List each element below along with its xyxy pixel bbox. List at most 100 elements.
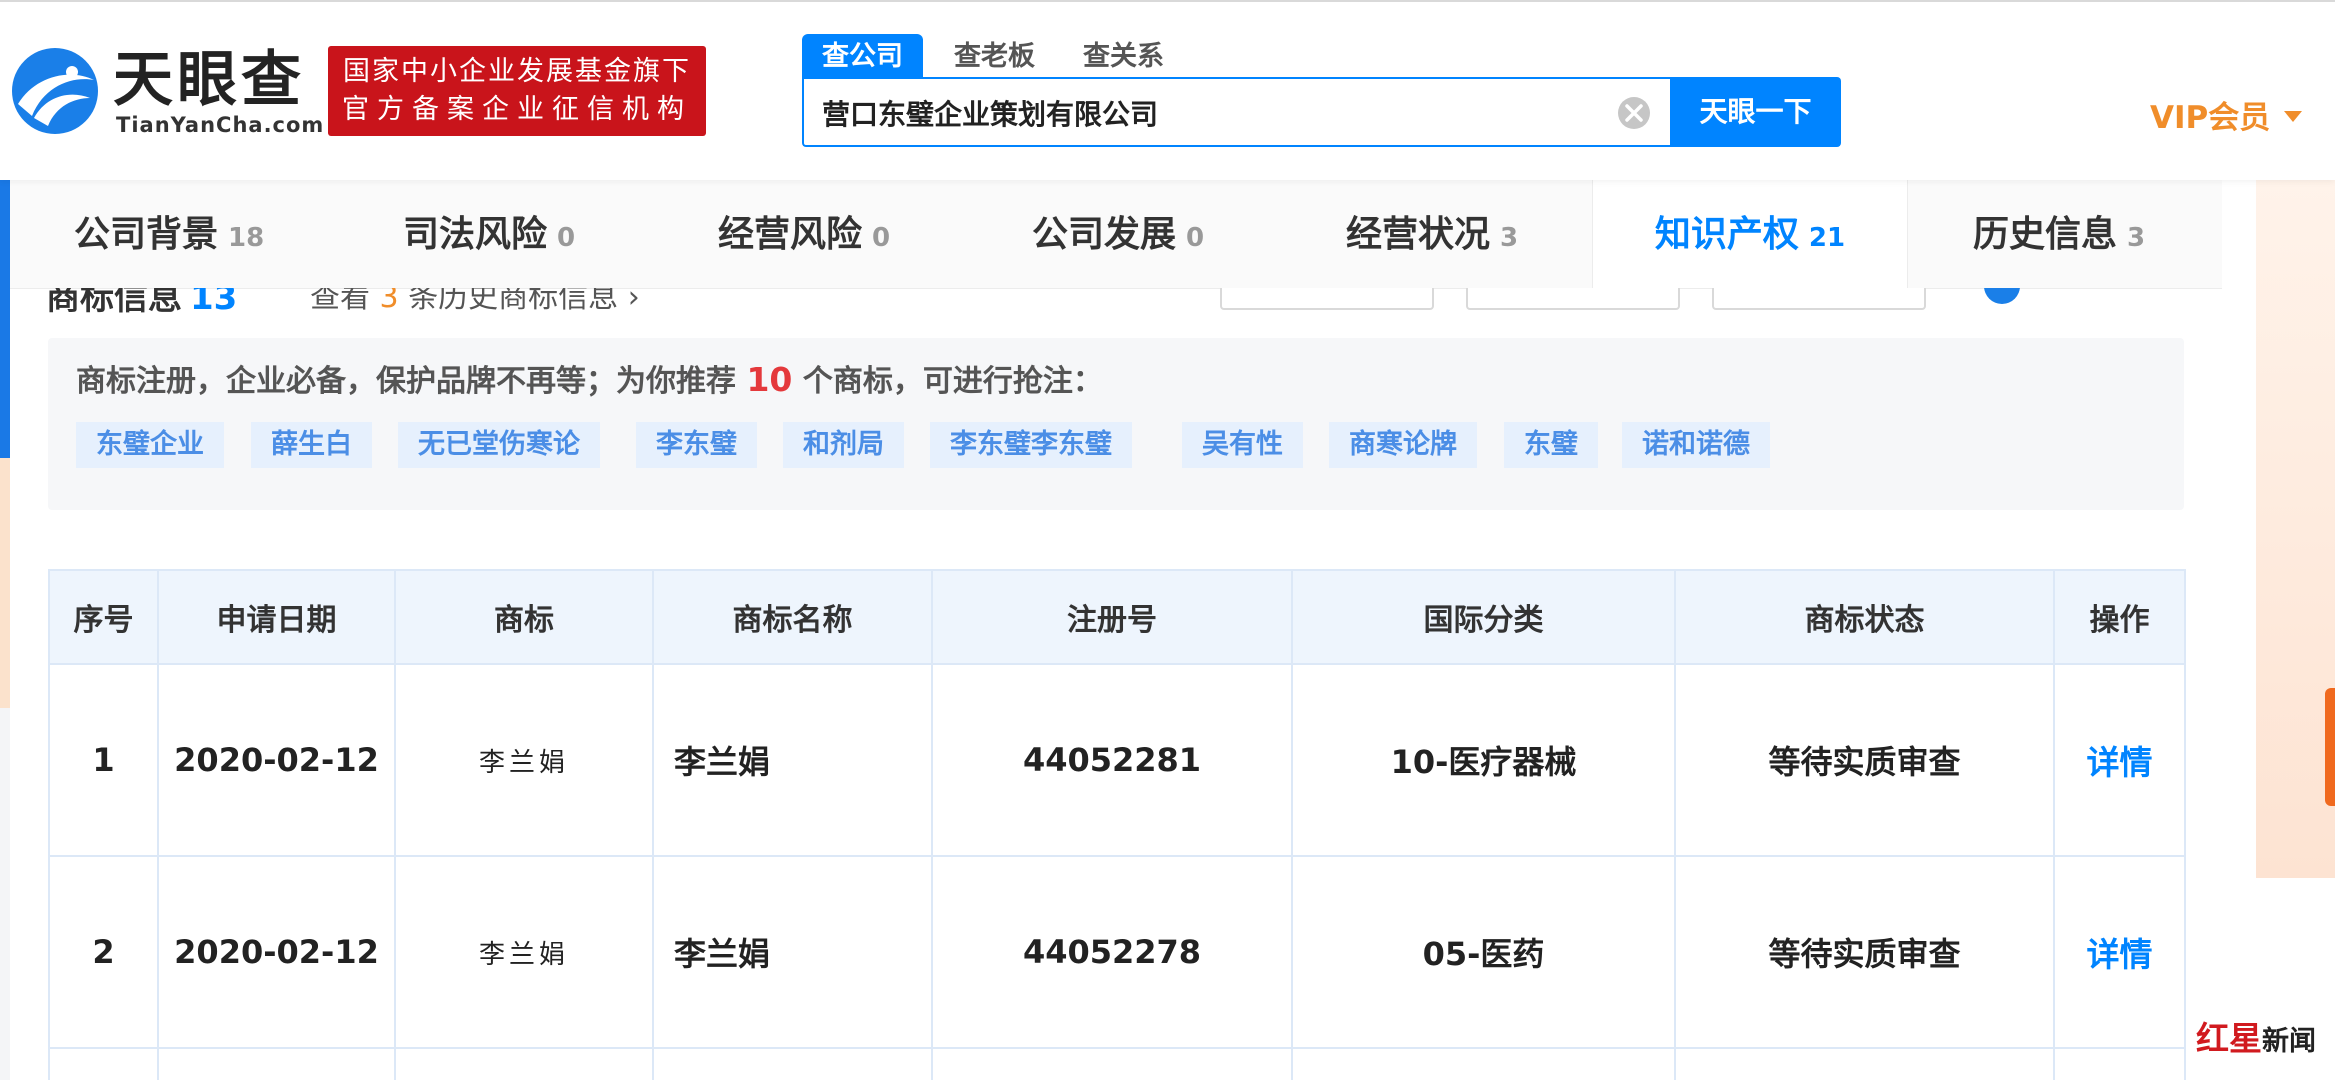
top-header: 天眼查 TianYanCha.com 国家中小企业发展基金旗下 官方备案企业征信…	[0, 0, 2335, 180]
nav-history-info[interactable]: 历史信息 3	[1973, 178, 2145, 288]
nav-label: 公司发展	[1032, 214, 1177, 255]
tab-search-company[interactable]: 查公司	[802, 34, 923, 78]
history-link-count: 3	[379, 288, 399, 315]
recommend-count: 10	[746, 360, 793, 399]
watermark-red: 红星	[2196, 1019, 2262, 1058]
history-link-prefix: 查看	[310, 288, 370, 315]
nav-operation-status[interactable]: 经营状况 3	[1346, 178, 1518, 288]
filter-dropdown[interactable]	[1712, 288, 1926, 310]
detail-link[interactable]: 详情	[2053, 855, 2186, 1049]
recommend-tag[interactable]: 商寒论牌	[1329, 422, 1477, 468]
recommend-tag[interactable]: 李东璧李东璧	[930, 422, 1132, 468]
cell-name: 李兰娟	[652, 855, 933, 1049]
company-detail-card: 公司背景 18 司法风险 0 经营风险 0 公司发展 0 经营状况 3 知识产权 21 历史…	[10, 178, 2222, 1080]
cell-empty	[1291, 1047, 1676, 1080]
filter-dropdown[interactable]	[1220, 288, 1434, 310]
cell-empty	[394, 1047, 654, 1080]
chevron-down-icon	[2284, 111, 2303, 122]
table-row-partial	[48, 1047, 2186, 1080]
col-header-logo: 商标	[394, 569, 654, 665]
recommend-tag[interactable]: 吴有性	[1182, 422, 1303, 468]
trademark-image[interactable]: 李兰娟	[394, 855, 654, 1049]
recommend-tag[interactable]: 东璧企业	[76, 422, 224, 468]
cell-empty	[157, 1047, 396, 1080]
cell-status: 等待实质审查	[1674, 663, 2055, 857]
recommend-tag[interactable]: 和剂局	[783, 422, 904, 468]
right-float-handle[interactable]	[2325, 688, 2335, 806]
clear-icon[interactable]	[1616, 95, 1652, 131]
nav-label: 经营风险	[718, 214, 863, 255]
nav-label: 经营状况	[1346, 214, 1491, 255]
col-header-class: 国际分类	[1291, 569, 1676, 665]
official-badge: 国家中小企业发展基金旗下 官方备案企业征信机构	[328, 46, 706, 136]
cell-status: 等待实质审查	[1674, 855, 2055, 1049]
tab-search-relation[interactable]: 查关系	[1083, 34, 1164, 78]
cell-name: 李兰娟	[652, 663, 933, 857]
recommend-tag[interactable]: 无已堂伤寒论	[398, 422, 600, 468]
section-title: 商标信息 13	[46, 288, 237, 316]
nav-label: 公司背景	[74, 214, 219, 255]
left-side-banner	[0, 458, 10, 708]
search-box	[802, 77, 1670, 147]
recommend-tag[interactable]: 李东璧	[636, 422, 757, 468]
nav-company-development[interactable]: 公司发展 0	[1032, 178, 1204, 288]
recommend-tag[interactable]: 诺和诺德	[1622, 422, 1770, 468]
cell-date: 2020-02-12	[157, 855, 396, 1049]
nav-count: 0	[1186, 223, 1205, 253]
vip-menu[interactable]: VIP会员	[2150, 92, 2303, 137]
nav-label: 历史信息	[1973, 214, 2118, 255]
trademark-image[interactable]: 李兰娟	[394, 663, 654, 857]
trademark-section-header: 商标信息 13 查看 3 条历史商标信息 ›	[10, 288, 2222, 316]
col-header-index: 序号	[48, 569, 159, 665]
tianyancha-mini-logo-icon	[1984, 288, 2020, 304]
col-header-status: 商标状态	[1674, 569, 2055, 665]
vip-label: VIP会员	[2150, 100, 2271, 136]
nav-count: 3	[1500, 223, 1519, 253]
right-side-panel	[2222, 178, 2335, 1080]
table-header-row: 序号 申请日期 商标 商标名称 注册号 国际分类 商标状态 操作	[48, 569, 2186, 665]
nav-judicial-risk[interactable]: 司法风险 0	[403, 178, 575, 288]
tianyancha-logo[interactable]: 天眼查 TianYanCha.com	[10, 45, 323, 137]
red-star-news-watermark: 红星新闻	[2196, 1012, 2316, 1060]
badge-line-1: 国家中小企业发展基金旗下	[343, 56, 691, 87]
cell-empty	[2053, 1047, 2186, 1080]
section-count: 13	[190, 288, 238, 316]
col-header-reg-no: 注册号	[931, 569, 1293, 665]
nav-count: 0	[557, 223, 576, 253]
col-header-date: 申请日期	[157, 569, 396, 665]
watermark-dark: 新闻	[2262, 1026, 2316, 1057]
table-row: 2 2020-02-12 李兰娟 李兰娟 44052278 05-医药 等待实质…	[48, 855, 2186, 1049]
cell-empty	[931, 1047, 1293, 1080]
recommend-tag[interactable]: 东璧	[1504, 422, 1598, 468]
cell-class: 10-医疗器械	[1291, 663, 1676, 857]
cell-class: 05-医药	[1291, 855, 1676, 1049]
cell-reg-no: 44052281	[931, 663, 1293, 857]
recommend-text: 商标注册，企业必备，保护品牌不再等；为你推荐 10 个商标，可进行抢注：	[76, 356, 1103, 400]
recommend-text-after: 个商标，可进行抢注：	[802, 364, 1103, 399]
nav-count: 21	[1808, 223, 1846, 253]
history-trademark-link[interactable]: 查看 3 条历史商标信息 ›	[310, 288, 640, 316]
tab-search-boss[interactable]: 查老板	[954, 34, 1035, 78]
nav-company-background[interactable]: 公司背景 18	[74, 178, 264, 288]
history-link-suffix: 条历史商标信息 ›	[408, 288, 640, 315]
filter-dropdown[interactable]	[1466, 288, 1680, 310]
section-title-text: 商标信息	[46, 288, 182, 316]
nav-intellectual-property[interactable]: 知识产权 21	[1592, 178, 1908, 288]
logo-name-cn: 天眼查	[113, 45, 305, 115]
search-input[interactable]	[822, 91, 1602, 135]
cell-date: 2020-02-12	[157, 663, 396, 857]
nav-count: 0	[872, 223, 891, 253]
cell-reg-no: 44052278	[931, 855, 1293, 1049]
detail-link[interactable]: 详情	[2053, 663, 2186, 857]
nav-operation-risk[interactable]: 经营风险 0	[718, 178, 890, 288]
cell-empty	[652, 1047, 933, 1080]
section-nav: 公司背景 18 司法风险 0 经营风险 0 公司发展 0 经营状况 3 知识产权 21 历史…	[10, 178, 2222, 289]
recommend-tag[interactable]: 薛生白	[251, 422, 372, 468]
col-header-name: 商标名称	[652, 569, 933, 665]
left-side-tab	[0, 178, 10, 458]
right-ad-banner	[2256, 178, 2335, 878]
nav-label: 司法风险	[403, 214, 548, 255]
search-button[interactable]: 天眼一下	[1670, 77, 1841, 147]
cell-index: 1	[48, 663, 159, 857]
trademark-table: 序号 申请日期 商标 商标名称 注册号 国际分类 商标状态 操作 1 2020-…	[48, 569, 2186, 1080]
